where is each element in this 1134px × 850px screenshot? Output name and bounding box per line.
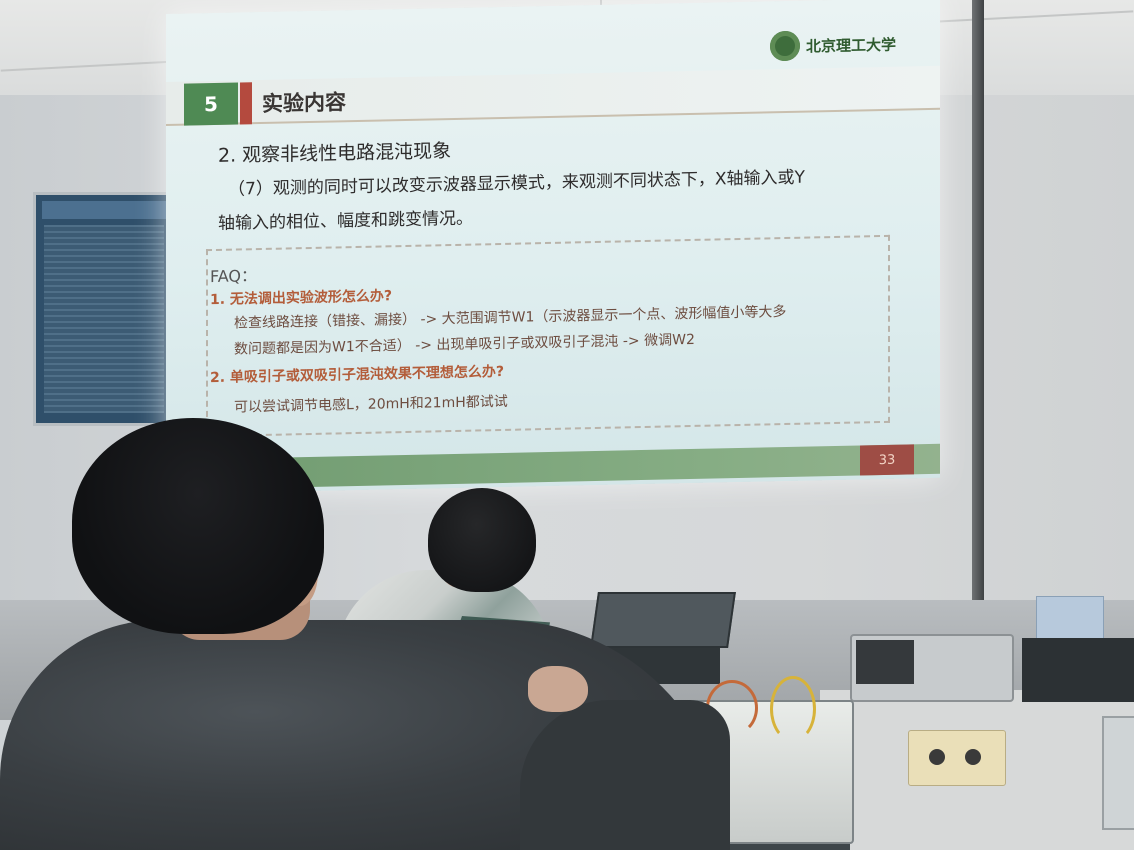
student-front-head: [72, 418, 324, 634]
university-logo: 北京理工大学: [770, 26, 920, 63]
oscilloscope-screen: [856, 640, 914, 684]
wall-pillar: [972, 0, 984, 640]
section-accent-bar: [240, 82, 252, 125]
outlet-socket: [929, 749, 945, 765]
slide-page-number: 33: [860, 444, 914, 476]
university-seal-icon: [770, 30, 800, 62]
patch-wire: [770, 676, 816, 742]
poster-header: [42, 201, 166, 219]
section-number: 5: [184, 82, 238, 126]
slide-heading: 2. 观察非线性电路混沌现象: [218, 140, 452, 167]
right-monitor-device: [1102, 716, 1134, 830]
projected-slide: 5 实验内容 北京理工大学 2. 观察非线性电路混沌现象 （7）观测的同时可以改…: [166, 0, 940, 494]
poster-text-block: [44, 225, 164, 413]
student-front-hand: [528, 666, 588, 712]
circuit-panel-board: [590, 592, 736, 648]
faq-title: FAQ：: [210, 266, 257, 287]
slide-paragraph-line1: （7）观测的同时可以改变示波器显示模式，来观测不同状态下，X轴输入或Y: [228, 167, 805, 200]
section-title: 实验内容: [262, 90, 346, 116]
faq-question-1: 1. 无法调出实验波形怎么办?: [210, 288, 393, 309]
outlet-socket: [965, 749, 981, 765]
right-equipment-case: [1022, 638, 1134, 702]
slide-paragraph-line2: 轴输入的相位、幅度和跳变情况。: [218, 208, 473, 234]
wall-power-outlet: [908, 730, 1006, 786]
wall-poster: [33, 192, 175, 426]
university-name: 北京理工大学: [806, 35, 897, 56]
student-back-head: [428, 488, 536, 592]
student-front-arm: [520, 700, 730, 850]
blue-storage-box: [1036, 596, 1104, 640]
